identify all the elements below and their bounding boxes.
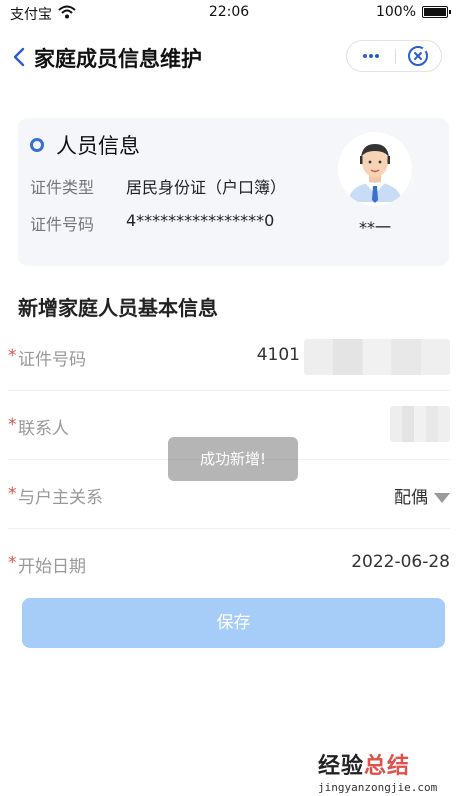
caret-down-icon — [434, 493, 450, 503]
required-mark: * — [8, 415, 17, 435]
success-toast: 成功新增! — [168, 437, 298, 481]
person-info-card: 人员信息 证件类型 居民身份证（户口簿） 证件号码 4*************… — [18, 118, 449, 266]
watermark-text-a: 经验 — [318, 754, 365, 779]
watermark: 经验总结 jingyanzongjie.com — [318, 748, 450, 794]
start-date-field[interactable]: * 开始日期 2022-06-28 — [8, 530, 450, 598]
redacted-mosaic — [304, 339, 450, 375]
watermark-url: jingyanzongjie.com — [318, 781, 438, 794]
status-bar: 支付宝 22:06 100% — [0, 0, 458, 26]
nav-bar: 家庭成员信息维护 — [0, 34, 458, 80]
start-date-picker[interactable]: 2022-06-28 — [351, 552, 450, 572]
status-right: 100% — [375, 4, 451, 20]
card-title: 人员信息 — [56, 134, 140, 158]
page-title: 家庭成员信息维护 — [34, 47, 202, 71]
mini-program-capsule — [346, 40, 442, 72]
id-number-label: 证件号码 — [30, 215, 95, 234]
field-label: 与户主关系 — [18, 488, 103, 508]
section-title: 新增家庭人员基本信息 — [18, 296, 218, 320]
battery-fill — [424, 8, 446, 16]
id-number-value: 4****************0 — [126, 211, 275, 230]
field-label: 证件号码 — [18, 350, 86, 370]
more-dots-icon — [363, 54, 379, 58]
id-type-label: 证件类型 — [30, 178, 95, 197]
field-label: 开始日期 — [18, 557, 86, 577]
required-mark: * — [8, 553, 17, 573]
close-circle-icon — [408, 46, 428, 66]
id-number-field[interactable]: * 证件号码 4101 — [8, 323, 450, 391]
required-mark: * — [8, 346, 17, 366]
save-button[interactable]: 保存 — [22, 598, 445, 648]
required-mark: * — [8, 484, 17, 504]
back-button[interactable] — [8, 42, 32, 72]
battery-percent: 100% — [375, 4, 416, 20]
close-mini-program-button[interactable] — [396, 41, 442, 71]
redacted-mosaic — [390, 406, 450, 442]
avatar — [338, 132, 412, 206]
relationship-select[interactable]: 配偶 — [394, 483, 450, 508]
person-name: **一 — [358, 218, 391, 237]
field-label: 联系人 — [18, 419, 69, 439]
title-dot-icon — [30, 138, 44, 152]
id-type-value: 居民身份证（户口簿） — [126, 178, 287, 197]
watermark-title: 经验总结 — [318, 748, 450, 780]
more-button[interactable] — [347, 41, 395, 71]
chevron-left-icon — [13, 47, 25, 67]
relationship-value: 配偶 — [394, 488, 428, 508]
user-avatar-icon — [338, 132, 412, 206]
battery-icon — [422, 6, 451, 18]
id-number-input[interactable]: 4101 — [257, 345, 300, 365]
watermark-text-b: 总结 — [364, 754, 411, 779]
